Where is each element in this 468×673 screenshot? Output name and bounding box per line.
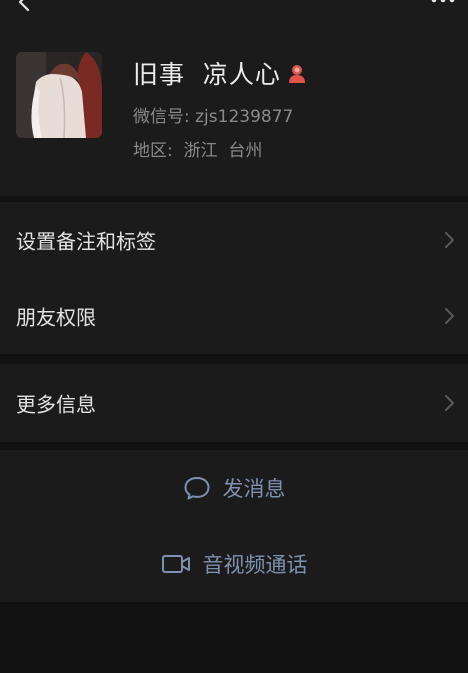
profile-card: 旧事 凉人心 微信号: zjs1239877 地区: 浙江 台州 xyxy=(0,20,468,196)
friend-permissions-row[interactable]: 朋友权限 xyxy=(0,278,468,354)
voice-video-call-label: 音视频通话 xyxy=(202,553,308,577)
send-message-button[interactable]: 发消息 xyxy=(0,450,468,526)
voice-video-call-button[interactable]: 音视频通话 xyxy=(0,526,468,602)
chevron-right-icon xyxy=(444,306,456,326)
back-arrow-icon[interactable] xyxy=(14,0,34,12)
region: 地区: 浙江 台州 xyxy=(133,141,263,161)
friend-permissions-label: 朋友权限 xyxy=(16,305,96,330)
chevron-right-icon xyxy=(444,230,456,250)
chat-bubble-icon xyxy=(183,475,211,501)
video-camera-icon xyxy=(161,553,191,575)
more-info-row[interactable]: 更多信息 xyxy=(0,364,468,442)
top-nav-bar xyxy=(0,0,468,20)
set-remark-and-tags-label: 设置备注和标签 xyxy=(16,229,156,254)
nickname: 旧事 凉人心 xyxy=(133,60,281,89)
more-dots-icon[interactable] xyxy=(428,0,458,6)
female-gender-icon xyxy=(285,61,309,85)
chevron-right-icon xyxy=(444,393,456,413)
more-info-label: 更多信息 xyxy=(16,392,96,417)
send-message-label: 发消息 xyxy=(222,477,286,501)
action-buttons: 发消息 音视频通话 xyxy=(0,450,468,602)
contact-profile-page: 旧事 凉人心 微信号: zjs1239877 地区: 浙江 台州 设置备注和标签… xyxy=(0,0,468,673)
wechat-id: 微信号: zjs1239877 xyxy=(133,107,294,127)
avatar[interactable] xyxy=(16,52,102,138)
set-remark-and-tags-row[interactable]: 设置备注和标签 xyxy=(0,202,468,278)
nickname-row: 旧事 凉人心 xyxy=(133,56,309,90)
